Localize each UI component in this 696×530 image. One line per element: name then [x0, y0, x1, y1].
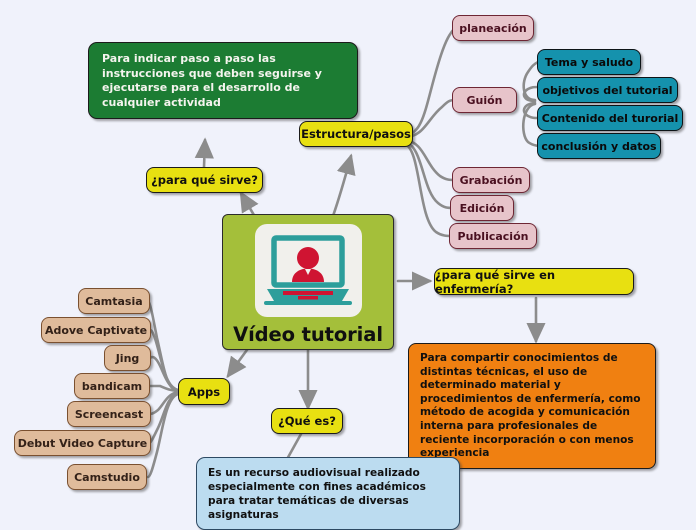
note-purpose: Para indicar paso a paso las instruccion…: [88, 42, 358, 119]
app-adove-captivate[interactable]: Adove Captivate: [41, 317, 151, 343]
step-publicacion[interactable]: Publicación: [449, 223, 537, 249]
edge-apps-camtasia: [146, 299, 180, 393]
script-part-conclusion[interactable]: conclusión y datos: [537, 133, 661, 159]
app-camtasia[interactable]: Camtasia: [78, 288, 150, 314]
edge-guion-conclusion: [521, 102, 540, 148]
app-debut-video-capture[interactable]: Debut Video Capture: [14, 430, 151, 456]
step-planeacion[interactable]: planeación: [452, 15, 534, 41]
key-node-apps[interactable]: Apps: [178, 378, 230, 405]
step-grabacion[interactable]: Grabación: [452, 167, 530, 193]
edge-purpose-note: [194, 137, 214, 169]
edge-guion-tema: [522, 60, 540, 102]
center-node-label: Vídeo tutorial: [233, 323, 383, 346]
mind-map-canvas: Para indicar paso a paso las instruccion…: [0, 0, 696, 530]
step-guion[interactable]: Guión: [452, 87, 517, 113]
note-definition: Es un recurso audiovisual realizado espe…: [196, 457, 460, 530]
key-node-definition[interactable]: ¿Qué es?: [271, 408, 343, 434]
key-node-nursing[interactable]: ¿para qué sirve en enfermería?: [434, 268, 634, 296]
key-node-purpose[interactable]: ¿para qué sirve?: [146, 167, 263, 193]
edge-apps-camstudio: [146, 392, 180, 479]
app-bandicam[interactable]: bandicam: [74, 373, 150, 399]
script-part-contenido[interactable]: Contenido del turorial: [537, 105, 683, 131]
note-nursing: Para compartir conocimientos de distinta…: [408, 343, 656, 469]
app-screencast[interactable]: Screencast: [67, 401, 151, 427]
script-part-tema[interactable]: Tema y saludo: [537, 49, 641, 75]
app-jing[interactable]: Jing: [104, 345, 151, 371]
app-camstudio[interactable]: Camstudio: [67, 464, 147, 490]
step-edicion[interactable]: Edición: [450, 195, 514, 221]
script-part-objetivos[interactable]: objetivos del tutorial: [537, 77, 678, 103]
edge-center-structure: [331, 153, 356, 218]
key-node-structure[interactable]: Estructura/pasos: [299, 121, 413, 147]
laptop-with-person-icon: [254, 224, 362, 317]
center-node[interactable]: Vídeo tutorial: [222, 214, 394, 350]
